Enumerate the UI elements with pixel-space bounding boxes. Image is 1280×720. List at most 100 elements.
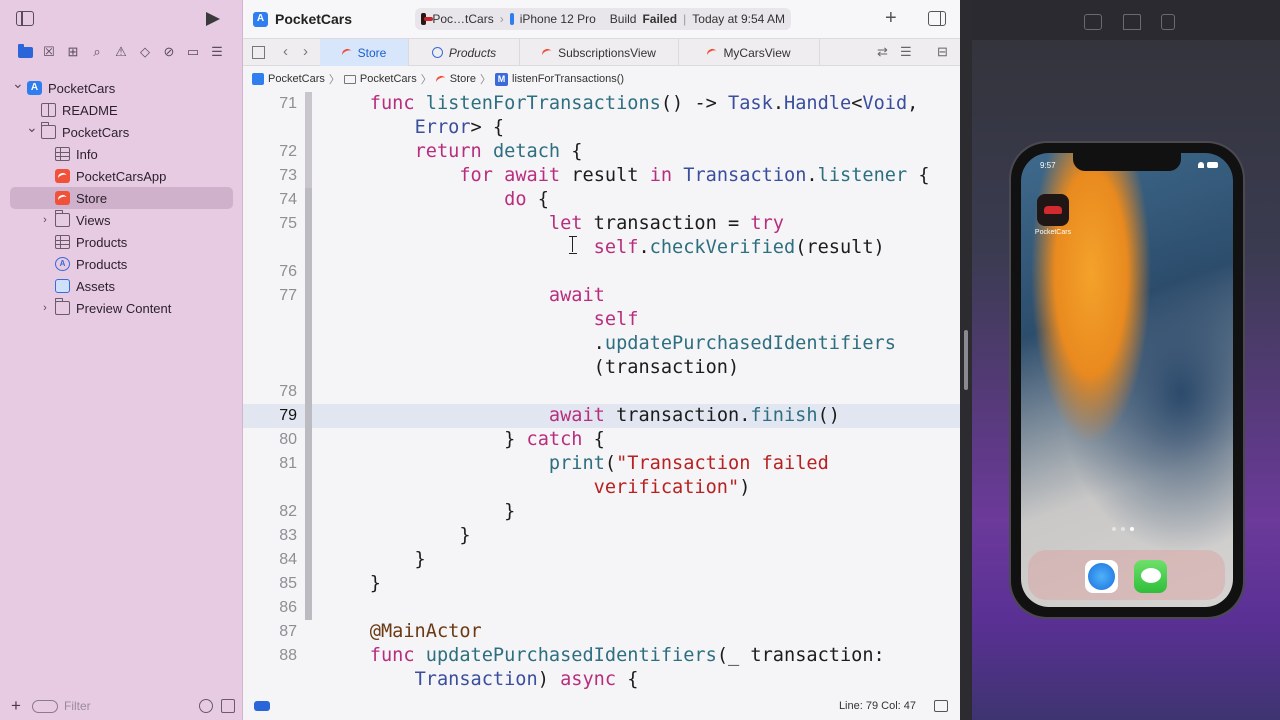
tree-item-products[interactable]: Products [0, 253, 243, 275]
rotate-icon[interactable] [1161, 14, 1175, 30]
code-line[interactable]: Transaction) async { [325, 668, 639, 692]
project-navigator-icon[interactable] [16, 43, 34, 60]
tree-item-readme[interactable]: README [0, 99, 243, 121]
tab-mycarsview[interactable]: MyCarsView [679, 39, 820, 66]
code-line[interactable]: print("Transaction failed [325, 452, 829, 476]
disclosure-collapsed-icon[interactable]: › [40, 302, 50, 314]
line-number[interactable]: 75 [243, 212, 297, 236]
code-line[interactable]: self.checkVerified(result) [325, 236, 885, 260]
code-line[interactable]: } [325, 548, 426, 572]
pocketcars-app-icon[interactable] [1037, 194, 1069, 226]
breadcrumb-item-symbol[interactable]: listenForTransactions() [512, 73, 624, 85]
home-icon[interactable] [1123, 14, 1141, 30]
tree-item-info[interactable]: Info [0, 143, 243, 165]
run-button[interactable] [206, 12, 220, 26]
code-line[interactable]: } [325, 500, 515, 524]
line-number[interactable]: 78 [243, 380, 297, 404]
resize-handle[interactable] [964, 330, 968, 390]
tab-store[interactable]: Store [320, 39, 409, 66]
code-line[interactable]: for await result in Transaction.listener… [325, 164, 929, 188]
sidebar-toggle-icon[interactable] [16, 11, 34, 26]
debug-area-toggle-icon[interactable] [934, 700, 948, 712]
code-line[interactable]: } [325, 572, 381, 596]
activity-status-bar[interactable]: Poc…tCars › iPhone 12 Pro Build Failed | … [415, 8, 791, 30]
line-number[interactable]: 76 [243, 260, 297, 284]
code-editor[interactable]: 71 func listenForTransactions() -> Task.… [243, 92, 960, 692]
tab-subscriptionsview[interactable]: SubscriptionsView [520, 39, 679, 66]
library-plus-button[interactable]: + [885, 7, 897, 30]
code-line[interactable]: self [325, 308, 639, 332]
report-navigator-icon[interactable]: ☰ [208, 44, 226, 60]
code-line[interactable]: await transaction.finish() [325, 404, 840, 428]
line-number[interactable]: 71 [243, 92, 297, 116]
line-number[interactable]: 88 [243, 644, 297, 668]
code-line[interactable]: @MainActor [325, 620, 482, 644]
screenshot-icon[interactable] [1084, 14, 1102, 30]
line-number[interactable]: 77 [243, 284, 297, 308]
code-fold-ribbon[interactable] [305, 188, 312, 620]
breakpoint-navigator-icon[interactable]: ▭ [184, 44, 202, 60]
breadcrumb-item-file[interactable]: Store [450, 73, 476, 85]
code-line[interactable]: } catch { [325, 428, 605, 452]
tree-item-store[interactable]: Store [10, 187, 233, 209]
device-name[interactable]: iPhone 12 Pro [520, 12, 596, 26]
forward-arrow-icon[interactable]: › [303, 43, 308, 60]
tree-item-preview-content[interactable]: › Preview Content [0, 297, 243, 319]
code-line[interactable]: await [325, 284, 605, 308]
tree-item-assets[interactable]: Assets [0, 275, 243, 297]
line-number[interactable]: 82 [243, 500, 297, 524]
tree-item-pocketcars[interactable]: ⌄ PocketCars [0, 119, 243, 143]
disclosure-expanded-icon[interactable]: ⌄ [12, 75, 24, 92]
tree-item-pocketcars[interactable]: ⌄ PocketCars [0, 75, 243, 99]
code-line[interactable]: (transaction) [325, 356, 740, 380]
code-line[interactable]: func listenForTransactions() -> Task.Han… [325, 92, 919, 116]
source-control-navigator-icon[interactable]: ☒ [40, 44, 58, 60]
inspector-toggle-icon[interactable] [928, 11, 946, 26]
tree-item-views[interactable]: › Views [0, 209, 243, 231]
code-line[interactable]: do { [325, 188, 549, 212]
code-line[interactable]: return detach { [325, 140, 583, 164]
code-line[interactable]: } [325, 524, 470, 548]
code-line[interactable]: Error> { [325, 116, 505, 140]
code-line[interactable]: let transaction = try [325, 212, 784, 236]
line-number[interactable]: 79 [243, 404, 297, 428]
messages-icon[interactable] [1134, 560, 1167, 593]
related-items-icon[interactable] [252, 46, 265, 59]
debug-navigator-icon[interactable]: ⊘ [160, 44, 178, 60]
breadcrumb-item-project[interactable]: PocketCars [268, 73, 325, 85]
issue-navigator-icon[interactable]: ⚠ [112, 44, 130, 60]
code-fold-ribbon[interactable] [305, 92, 312, 188]
line-number[interactable]: 84 [243, 548, 297, 572]
split-editor-icon[interactable]: ⊟ [937, 44, 948, 60]
line-number[interactable]: 81 [243, 452, 297, 476]
safari-icon[interactable] [1085, 560, 1118, 593]
tree-item-pocketcarsapp[interactable]: PocketCarsApp [0, 165, 243, 187]
breakpoints-toggle-icon[interactable] [254, 701, 270, 711]
swap-icon[interactable]: ⇄ [877, 44, 888, 60]
scheme-name[interactable]: Poc…tCars [432, 12, 493, 26]
back-arrow-icon[interactable]: ‹ [283, 43, 288, 60]
code-line[interactable]: verification") [325, 476, 751, 500]
line-number[interactable]: 74 [243, 188, 297, 212]
line-number[interactable]: 85 [243, 572, 297, 596]
line-number[interactable]: 72 [243, 140, 297, 164]
page-indicator[interactable] [1112, 527, 1134, 531]
line-number[interactable]: 73 [243, 164, 297, 188]
filter-field[interactable]: Filter [32, 697, 191, 715]
tab-products[interactable]: Products [409, 39, 520, 66]
window-divider[interactable] [960, 0, 972, 720]
editor-options-icon[interactable]: ☰ [900, 44, 912, 60]
find-navigator-icon[interactable]: ⌕ [88, 44, 106, 60]
symbol-navigator-icon[interactable]: ⊞ [64, 44, 82, 60]
test-navigator-icon[interactable]: ◇ [136, 44, 154, 60]
source-control-filter-icon[interactable] [221, 699, 235, 713]
code-line[interactable]: .updatePurchasedIdentifiers [325, 332, 896, 356]
tree-item-products[interactable]: Products [0, 231, 243, 253]
recent-files-icon[interactable] [199, 699, 213, 713]
breadcrumb-item-group[interactable]: PocketCars [360, 73, 417, 85]
code-line[interactable]: func updatePurchasedIdentifiers(_ transa… [325, 644, 885, 668]
add-file-button[interactable]: + [8, 696, 24, 716]
line-number[interactable]: 80 [243, 428, 297, 452]
disclosure-expanded-icon[interactable]: ⌄ [26, 119, 38, 136]
line-number[interactable]: 87 [243, 620, 297, 644]
